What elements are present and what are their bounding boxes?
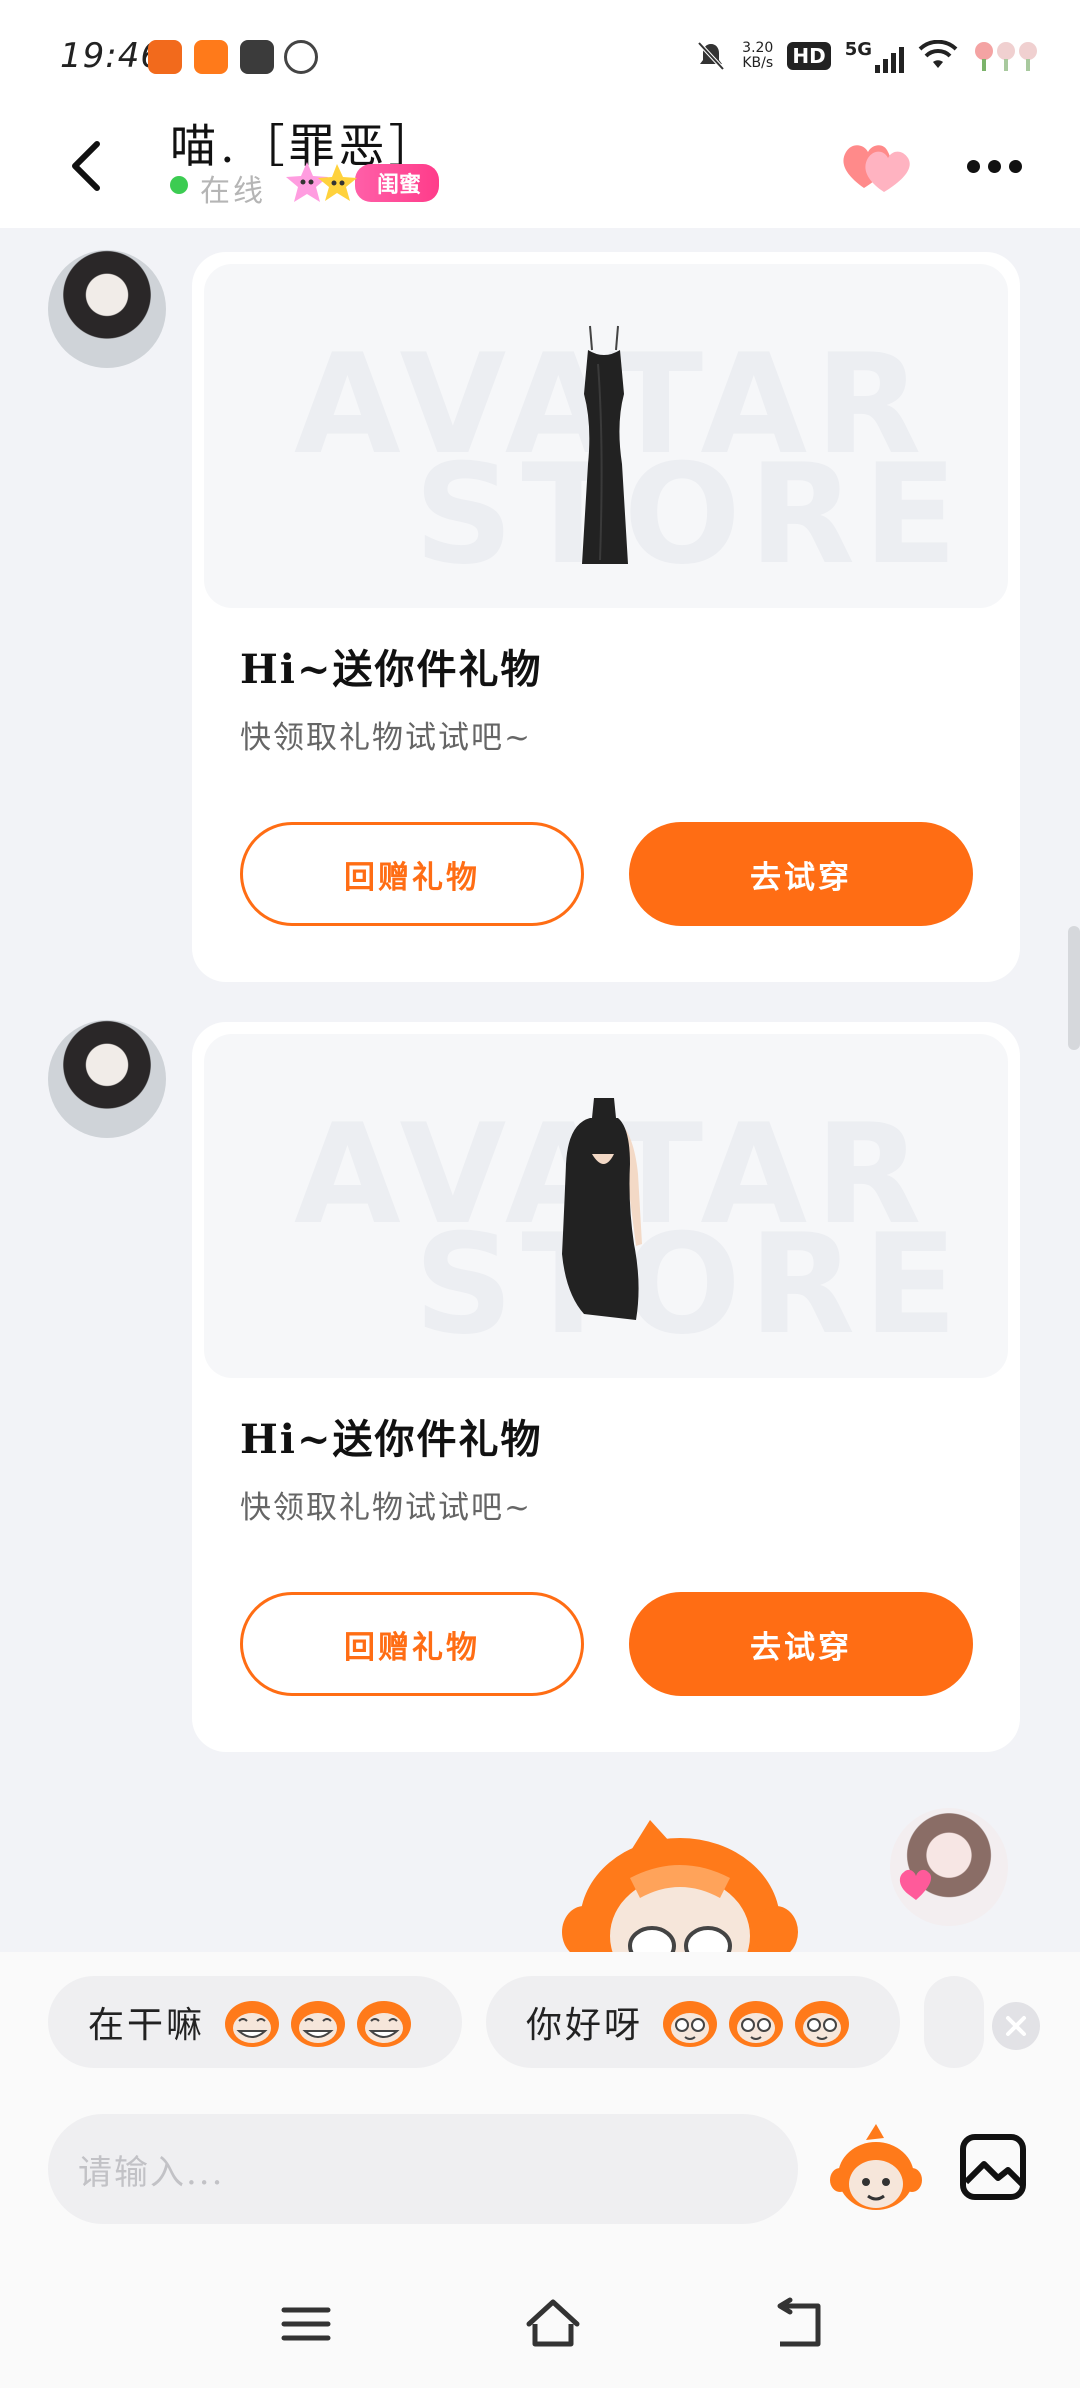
close-icon — [1006, 2016, 1026, 2036]
network-speed: 3.20 KB/s — [742, 40, 774, 71]
waving-monkey-icon — [729, 2001, 784, 2047]
home-nav-button[interactable] — [523, 2294, 583, 2354]
try-on-button[interactable]: 去试穿 — [629, 1592, 973, 1696]
chat-screen: 19:46 3.20 KB/s HD 5G 喵.［罪恶］ 在线 闺蜜 STORE… — [0, 0, 1080, 2388]
back-nav-icon — [777, 2297, 821, 2347]
quick-reply-chip[interactable]: 在干嘛 — [48, 1976, 462, 2068]
more-dot — [1008, 159, 1022, 173]
watermark-text: STORE — [414, 1204, 966, 1365]
gift-message-card: AVATAR STORE Hi~送你件礼物 快领取礼物试试吧~ 回赠礼物 去试穿 — [192, 252, 1020, 982]
grinning-monkey-icon — [357, 2001, 412, 2047]
app-notification-icon — [194, 40, 228, 74]
return-gift-button[interactable]: 回赠礼物 — [240, 1592, 584, 1696]
app-notification-icon — [284, 40, 318, 74]
star-pair-icon — [286, 162, 357, 202]
hd-indicator: HD — [787, 42, 831, 70]
more-options-button[interactable] — [962, 150, 1026, 182]
online-status-dot — [170, 176, 188, 194]
grinning-monkey-icon — [291, 2001, 346, 2047]
chevron-left-icon — [72, 141, 100, 191]
image-icon — [960, 2134, 1026, 2200]
quick-reply-text: 你好呀 — [526, 2005, 644, 2046]
halter-dress-image — [562, 1098, 642, 1320]
message-input[interactable]: 请输入... — [48, 2114, 798, 2224]
return-gift-button[interactable]: 回赠礼物 — [240, 822, 584, 926]
gift-subtitle: 快领取礼物试试吧~ — [240, 1490, 532, 1526]
system-nav-bar — [0, 2260, 1080, 2388]
status-bar: 19:46 3.20 KB/s HD 5G — [0, 0, 1080, 110]
menu-icon — [281, 2307, 331, 2341]
status-indicators: 3.20 KB/s HD 5G — [694, 36, 1040, 76]
quick-reply-chip[interactable]: 你好呀 — [486, 1976, 900, 2068]
mail-notification-icon — [240, 40, 274, 74]
quick-reply-chip[interactable] — [924, 1976, 984, 2068]
app-notification-icon — [148, 40, 182, 74]
gift-subtitle: 快领取礼物试试吧~ — [240, 720, 532, 756]
more-dot — [966, 159, 980, 173]
sender-avatar[interactable] — [48, 1020, 166, 1138]
sender-avatar[interactable] — [48, 250, 166, 368]
gift-title: Hi~送你件礼物 — [240, 1416, 543, 1463]
favorite-button[interactable] — [838, 132, 914, 202]
gift-message-card: AVATAR STORE Hi~送你件礼物 快领取礼物试试吧~ 回赠礼物 去试穿 — [192, 1022, 1020, 1752]
scrollbar-thumb[interactable] — [1068, 926, 1080, 1050]
emoji-button[interactable] — [830, 2120, 922, 2220]
monkey-emoji-icon — [830, 2124, 922, 2210]
sticker-message[interactable] — [560, 1812, 800, 1952]
menu-nav-button[interactable] — [276, 2294, 336, 2354]
online-status-text: 在线 — [200, 174, 266, 209]
waving-monkey-icon — [795, 2001, 850, 2047]
mute-bell-icon — [697, 41, 725, 71]
back-button[interactable] — [50, 126, 120, 206]
double-heart-icon — [843, 145, 910, 192]
my-avatar[interactable] — [890, 1808, 1008, 1926]
gift-preview[interactable]: AVATAR STORE — [204, 264, 1008, 608]
monkey-sticker-icon — [562, 1820, 798, 1952]
gift-title: Hi~送你件礼物 — [240, 646, 543, 693]
wifi-icon — [918, 40, 958, 68]
flower-battery-icon — [975, 42, 1037, 71]
black-dress-image — [582, 325, 628, 564]
try-on-button[interactable]: 去试穿 — [629, 822, 973, 926]
waving-monkey-icon — [663, 2001, 718, 2047]
chat-header: 喵.［罪恶］ 在线 闺蜜 — [0, 110, 1080, 228]
image-picker-button[interactable] — [958, 2132, 1028, 2202]
heart-decoration-icon — [899, 1869, 932, 1900]
home-icon — [526, 2299, 580, 2347]
quick-reply-text: 在干嘛 — [88, 2005, 206, 2046]
signal-icon: 5G — [845, 39, 904, 73]
gift-preview[interactable]: AVATAR STORE — [204, 1034, 1008, 1378]
watermark-text: STORE — [414, 434, 966, 595]
close-quick-replies-button[interactable] — [992, 2002, 1040, 2050]
grinning-monkey-icon — [225, 2001, 280, 2047]
relationship-badge[interactable]: 闺蜜 — [285, 158, 440, 208]
relationship-badge-label: 闺蜜 — [355, 164, 440, 202]
back-nav-button[interactable] — [770, 2294, 830, 2354]
more-dot — [987, 159, 1001, 173]
